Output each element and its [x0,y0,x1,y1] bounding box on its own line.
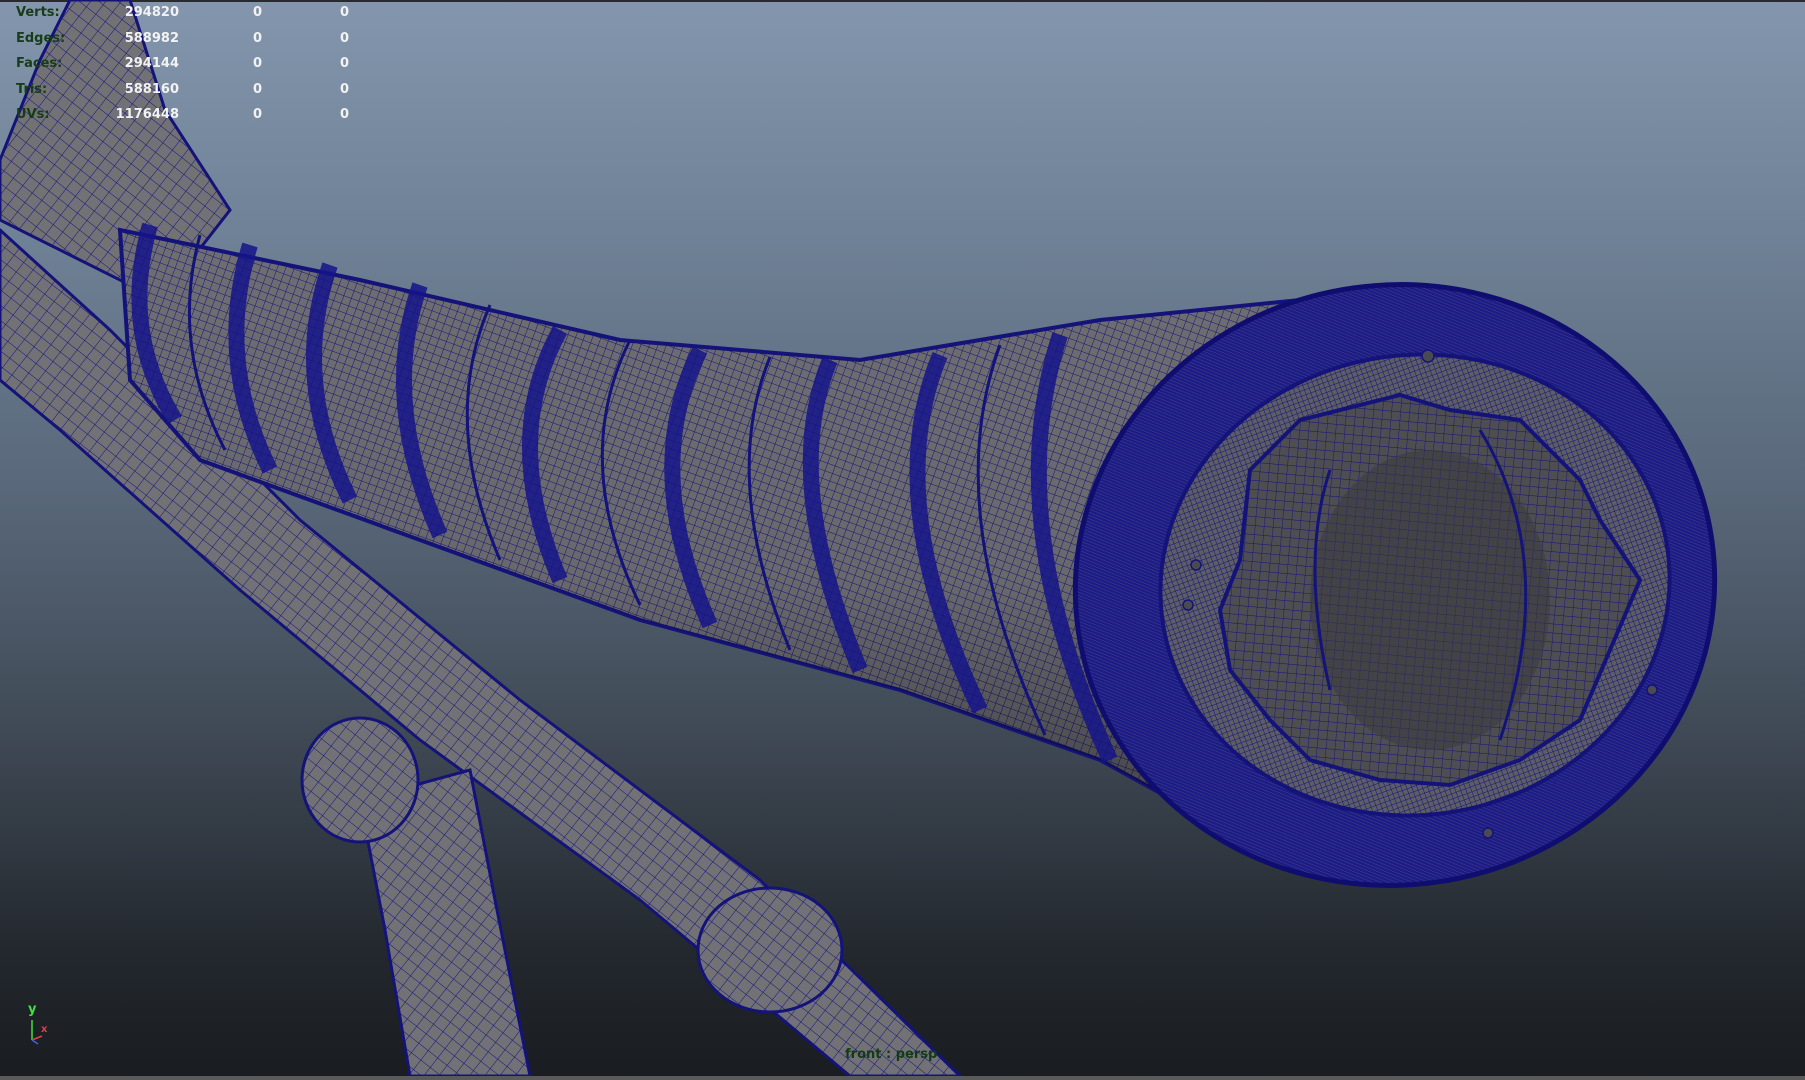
axis-lines-icon [31,1020,43,1045]
hud-value: 0 [252,56,262,71]
hud-label: Edges: [16,30,66,46]
camera-name-label: front : persp [845,1047,938,1062]
hud-value: 588982 [124,30,179,46]
branch-bulb-left[interactable] [300,716,420,844]
hud-row-tris: Tris: 588160 0 0 [16,77,349,103]
hud-value: 0 [339,107,349,122]
poly-count-hud: Verts: 294820 0 0 Edges: 588982 0 0 Face… [16,0,349,128]
hud-value: 0 [339,81,349,97]
hud-row-uvs: UVs: 1176448 0 0 [16,102,349,128]
hud-value: 0 [339,30,349,46]
branch-bulb-right[interactable] [696,886,844,1014]
hud-value: 0 [339,56,349,71]
hud-value: 588160 [124,81,179,97]
hud-value: 294144 [124,56,179,71]
axis-x-label: x [41,1024,48,1035]
hud-label: Faces: [16,56,63,71]
3d-viewport[interactable]: Verts: 294820 0 0 Edges: 588982 0 0 Face… [0,0,1805,1080]
hud-value: 0 [252,5,262,20]
viewport-bottom-border [0,1076,1805,1080]
hud-value: 0 [252,81,262,97]
hud-label: Verts: [16,5,60,20]
hud-value: 0 [252,30,262,46]
hud-label: Tris: [16,81,48,97]
cavity-shadow [1310,450,1550,750]
hud-row-edges: Edges: 588982 0 0 [16,26,349,52]
hud-value: 0 [339,5,349,20]
wireframe-mesh-scene[interactable] [0,0,1805,1080]
hud-value: 0 [252,107,262,122]
hud-row-faces: Faces: 294144 0 0 [16,51,349,77]
hud-label: UVs: [16,107,50,122]
hud-value: 294820 [124,5,179,20]
hud-row-verts: Verts: 294820 0 0 [16,0,349,26]
hud-value: 1176448 [115,107,179,122]
axis-gizmo-icon: y x [20,1002,60,1052]
